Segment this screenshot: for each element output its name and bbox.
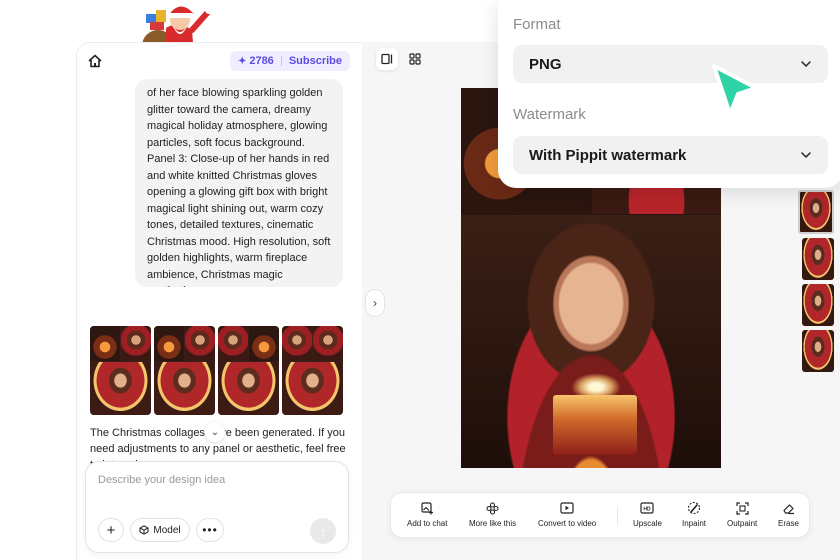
variant-thumbnail[interactable] bbox=[802, 238, 834, 280]
upscale-button[interactable]: HD Upscale bbox=[633, 501, 662, 528]
arrow-up-icon: ↑ bbox=[319, 523, 327, 539]
variant-strip bbox=[798, 190, 834, 372]
single-view-icon bbox=[381, 53, 393, 65]
thumbnail-panel bbox=[282, 362, 343, 415]
scroll-down-button[interactable]: ⌄ bbox=[205, 422, 225, 442]
add-to-chat-label: Add to chat bbox=[407, 519, 448, 528]
image-toolbar: Add to chat More like this Convert to vi… bbox=[390, 492, 810, 538]
model-button[interactable]: Model bbox=[130, 518, 190, 542]
more-options-button[interactable]: ••• bbox=[196, 518, 224, 542]
add-to-chat-button[interactable]: Add to chat bbox=[407, 501, 447, 528]
pill-divider bbox=[280, 56, 282, 66]
outpaint-button[interactable]: Outpaint bbox=[727, 501, 757, 528]
export-settings-popover: Format PNG Watermark With Pippit waterma… bbox=[498, 0, 840, 188]
upscale-label: Upscale bbox=[633, 519, 662, 528]
thumbnail-panel bbox=[154, 326, 184, 362]
watermark-value: With Pippit watermark bbox=[529, 146, 687, 164]
outpaint-label: Outpaint bbox=[727, 519, 758, 528]
result-thumbnail[interactable] bbox=[282, 326, 343, 415]
more-like-this-button[interactable]: More like this bbox=[469, 501, 516, 528]
brush-icon bbox=[686, 501, 702, 515]
prompt-text: of her face blowing sparkling golden gli… bbox=[147, 87, 331, 287]
variant-thumbnail[interactable] bbox=[802, 284, 834, 326]
variant-thumbnail-selected[interactable] bbox=[798, 190, 834, 234]
thumbnail-panel bbox=[185, 326, 215, 362]
chevron-down-icon bbox=[801, 152, 811, 159]
result-thumbnail[interactable] bbox=[90, 326, 151, 415]
credits-pill[interactable]: ✦ 2786 Subscribe bbox=[229, 51, 350, 71]
chevron-right-icon: › bbox=[373, 296, 377, 310]
flower-icon bbox=[485, 501, 501, 515]
thumbnail-panel bbox=[154, 362, 215, 415]
user-prompt-bubble: of her face blowing sparkling golden gli… bbox=[135, 79, 343, 287]
gift-box bbox=[553, 395, 637, 455]
credits-count: 2786 bbox=[249, 55, 274, 67]
erase-button[interactable]: Erase bbox=[778, 501, 799, 528]
result-thumbnails bbox=[90, 326, 343, 415]
convert-to-video-button[interactable]: Convert to video bbox=[538, 501, 596, 528]
format-label: Format bbox=[513, 16, 561, 33]
inpaint-label: Inpaint bbox=[682, 519, 707, 528]
eraser-icon bbox=[780, 501, 796, 515]
thumbnail-panel bbox=[313, 326, 343, 362]
add-image-icon bbox=[419, 501, 435, 515]
inpaint-button[interactable]: Inpaint bbox=[682, 501, 706, 528]
thumbnail-panel bbox=[90, 362, 151, 415]
format-select[interactable]: PNG bbox=[513, 45, 828, 83]
prompt-input[interactable] bbox=[98, 474, 338, 486]
thumbnail-panel bbox=[218, 362, 279, 415]
pointer-cursor-icon bbox=[712, 64, 758, 116]
prompt-input-box: + Model ••• ↑ bbox=[85, 461, 349, 553]
cube-icon bbox=[139, 525, 149, 535]
home-icon[interactable] bbox=[87, 53, 103, 69]
svg-text:HD: HD bbox=[644, 506, 652, 512]
variant-thumbnail[interactable] bbox=[802, 330, 834, 372]
add-attachment-button[interactable]: + bbox=[98, 518, 124, 542]
single-view-button[interactable] bbox=[376, 48, 398, 70]
plus-icon: + bbox=[106, 521, 116, 539]
result-thumbnail[interactable] bbox=[218, 326, 279, 415]
toolbar-divider bbox=[617, 507, 618, 525]
subscribe-button[interactable]: Subscribe bbox=[289, 55, 342, 67]
ellipsis-icon: ••• bbox=[202, 523, 218, 537]
result-thumbnail[interactable] bbox=[154, 326, 215, 415]
thumbnail-panel bbox=[90, 326, 120, 362]
grid-view-icon bbox=[409, 53, 421, 65]
chat-panel: ✦ 2786 Subscribe of her face blowing spa… bbox=[76, 42, 362, 560]
collapse-panel-button[interactable]: › bbox=[365, 289, 385, 317]
send-button[interactable]: ↑ bbox=[310, 518, 336, 544]
model-label: Model bbox=[153, 524, 181, 536]
watermark-label: Watermark bbox=[513, 106, 586, 123]
double-chevron-down-icon: ⌄ bbox=[210, 426, 220, 438]
watermark-select[interactable]: With Pippit watermark bbox=[513, 136, 828, 174]
expand-icon bbox=[734, 501, 750, 515]
thumbnail-panel bbox=[218, 326, 248, 362]
video-icon bbox=[559, 501, 575, 515]
grid-view-button[interactable] bbox=[404, 48, 426, 70]
hd-icon: HD bbox=[639, 501, 655, 515]
thumbnail-panel bbox=[249, 326, 279, 362]
erase-label: Erase bbox=[778, 519, 799, 528]
convert-to-video-label: Convert to video bbox=[538, 519, 597, 528]
more-like-this-label: More like this bbox=[469, 519, 517, 528]
sparkle-icon: ✦ bbox=[237, 55, 247, 67]
format-value: PNG bbox=[529, 55, 562, 73]
thumbnail-panel bbox=[282, 326, 312, 362]
chevron-down-icon bbox=[801, 61, 811, 68]
thumbnail-panel bbox=[121, 326, 151, 362]
